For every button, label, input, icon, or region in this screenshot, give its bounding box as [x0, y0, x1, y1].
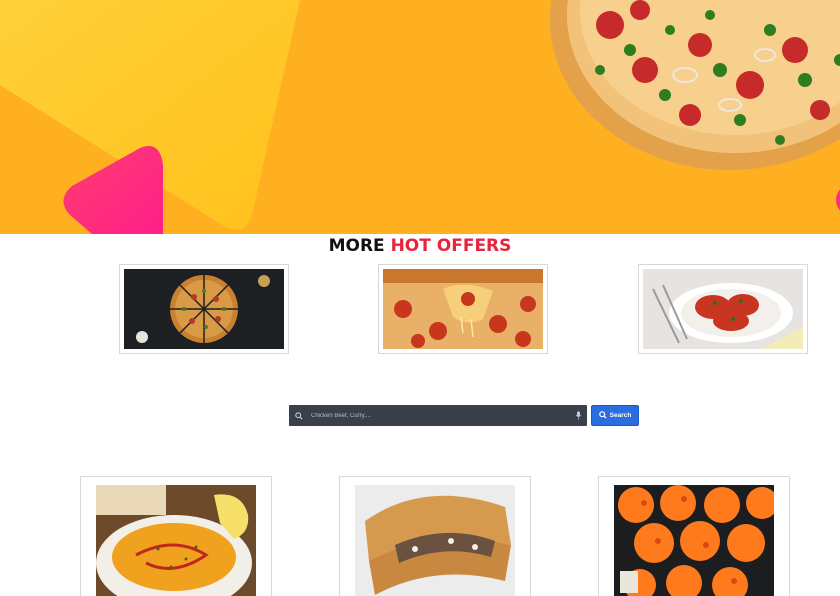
search-icon [289, 405, 309, 426]
offers-title: MORE HOT OFFERS [0, 236, 840, 256]
search-button-icon [598, 410, 607, 421]
offers-title-part2: HOT OFFERS [390, 236, 512, 256]
sushi-rolls-image [614, 485, 774, 596]
cheesy-pizza-image [383, 269, 543, 349]
search-button[interactable]: Search [591, 405, 639, 426]
menu-card-sushi[interactable] [598, 476, 790, 596]
offer-card-cheesy-pizza[interactable] [378, 264, 548, 354]
hero-banner [0, 0, 840, 234]
chicken-dish-image [643, 269, 803, 349]
offers-title-part1: MORE [328, 236, 385, 256]
offer-card-chicken-dish[interactable] [638, 264, 808, 354]
pizza-image [550, 0, 840, 170]
menu-card-soup[interactable] [80, 476, 272, 596]
soup-bowl-image [96, 485, 256, 596]
menu-card-pastry[interactable] [339, 476, 531, 596]
search-button-label: Search [609, 412, 632, 419]
mic-icon[interactable] [569, 405, 587, 426]
offer-card-sliced-pizza[interactable] [119, 264, 289, 354]
sliced-pizza-image [124, 269, 284, 349]
search-input[interactable] [309, 405, 569, 426]
meat-pastry-image [355, 485, 515, 596]
search-bar [289, 405, 587, 426]
pink-triangle-shape [63, 146, 163, 234]
